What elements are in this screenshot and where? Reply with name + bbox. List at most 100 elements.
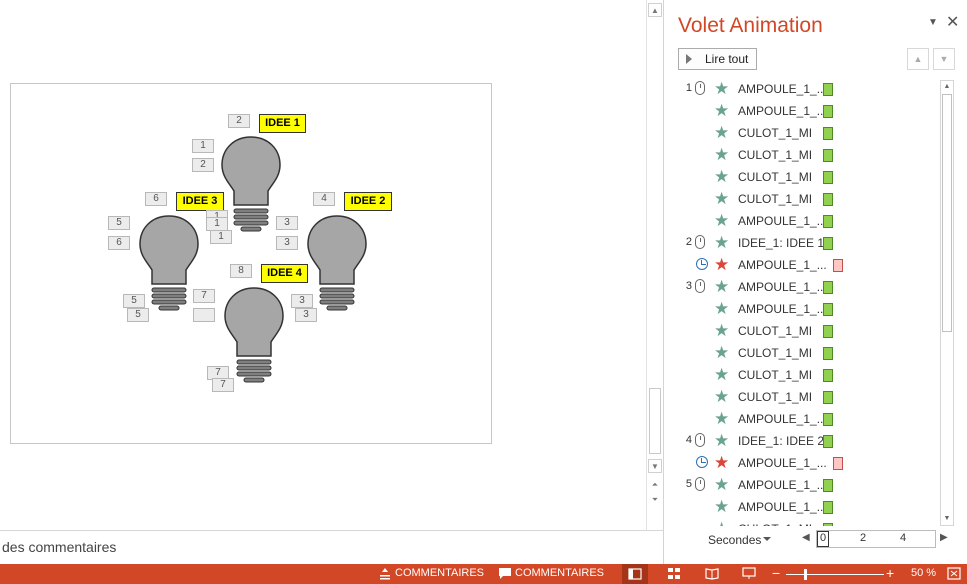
timing-bar[interactable] [823,501,833,514]
timeline-tick: 2 [860,532,867,544]
idea-label-2[interactable]: IDEE 2 [344,192,392,211]
timing-bar[interactable] [823,435,833,448]
timing-bar[interactable] [823,413,833,426]
animation-list-item[interactable]: ★ CULOT_1_MI [678,144,940,166]
play-all-button[interactable]: Lire tout [678,48,757,70]
fit-to-window-icon[interactable] [947,567,961,580]
animation-list-item[interactable]: ★ AMPOULE_1_... [678,254,940,276]
animation-list-item[interactable]: 5 ★ AMPOULE_1_... [678,474,940,496]
timing-bar[interactable] [823,127,833,140]
timing-bar[interactable] [833,259,843,272]
on-click-icon [695,81,705,95]
scrollbar-thumb[interactable] [649,388,661,454]
notes-placeholder[interactable]: des commentaires [2,539,116,555]
slideshow-icon[interactable] [742,567,756,580]
animation-list-scrollbar[interactable]: ▲ ▼ [940,80,954,526]
timing-bar[interactable] [823,281,833,294]
timing-bar[interactable] [823,237,833,250]
next-slide-icon[interactable]: ⏷ [648,493,662,507]
move-down-icon[interactable]: ▼ [933,48,955,70]
entrance-effect-icon: ★ [714,343,730,362]
idea-label-1[interactable]: IDEE 1 [259,114,306,133]
animation-list-item[interactable]: ★ CULOT_1_MI [678,364,940,386]
zoom-out-icon[interactable]: − [772,565,780,581]
timing-bar[interactable] [823,215,833,228]
on-click-icon [695,433,705,447]
animation-order-tag: 2 [192,158,214,172]
zoom-slider-thumb[interactable] [804,569,807,580]
previous-slide-icon[interactable]: ⏶ [648,478,662,492]
zoom-level[interactable]: 50 % [911,567,936,579]
timing-bar[interactable] [833,457,843,470]
timing-bar[interactable] [823,479,833,492]
timing-bar[interactable] [823,325,833,338]
zoom-in-icon[interactable]: + [886,565,894,581]
notes-panel[interactable]: des commentaires [0,530,663,564]
idea-label-3[interactable]: IDEE 3 [176,192,224,211]
timing-bar[interactable] [823,303,833,316]
slide-sorter-icon[interactable] [667,567,681,580]
idea-label-4[interactable]: IDEE 4 [261,264,308,283]
slide-canvas[interactable]: IDEE 1 IDEE 2 IDEE 3 IDEE 4 2 1 2 6 4 5 … [10,83,492,444]
animation-list-item[interactable]: ★ CULOT_1_MI [678,320,940,342]
bulb-left[interactable] [138,215,200,315]
timeline-right-arrow[interactable]: ▶ [940,532,948,543]
scroll-down-arrow[interactable]: ▼ [941,513,953,525]
animation-list-item[interactable]: 1 ★ AMPOULE_1_... [678,78,940,100]
on-click-icon [695,279,705,293]
timing-bar[interactable] [823,83,833,96]
bulb-top[interactable] [220,136,282,236]
entrance-effect-icon: ★ [714,321,730,340]
move-up-icon[interactable]: ▲ [907,48,929,70]
notes-button[interactable]: COMMENTAIRES [395,567,484,579]
entrance-effect-icon: ★ [714,431,730,450]
entrance-effect-icon: ★ [714,277,730,296]
comments-button[interactable]: COMMENTAIRES [515,567,604,579]
timing-bar[interactable] [823,347,833,360]
animation-list-item[interactable]: ★ AMPOULE_1_... [678,452,940,474]
animation-list-item[interactable]: ★ AMPOULE_1_... [678,408,940,430]
animation-order-tag: 3 [295,308,317,322]
normal-view-button[interactable] [622,564,648,584]
scrollbar-thumb[interactable] [942,94,952,332]
reading-view-icon[interactable] [705,567,719,580]
animation-list-item[interactable]: ★ CULOT_1_MI [678,518,940,526]
bulb-bottom[interactable] [223,287,285,387]
timing-bar[interactable] [823,149,833,162]
animation-list-item[interactable]: 4 ★ IDEE_1: IDEE 2 [678,430,940,452]
animation-list-item[interactable]: ★ CULOT_1_MI [678,122,940,144]
timing-bar[interactable] [823,391,833,404]
scroll-up-arrow[interactable]: ▲ [941,81,953,93]
timing-bar[interactable] [823,171,833,184]
animation-list-item[interactable]: ★ CULOT_1_MI [678,188,940,210]
animation-list-item[interactable]: ★ CULOT_1_MI [678,386,940,408]
timeline-left-arrow[interactable]: ◀ [802,532,810,543]
sequence-number: 4 [685,434,692,446]
bulb-right[interactable] [306,215,368,315]
entrance-effect-icon: ★ [714,145,730,164]
animation-target-name: CULOT_1_MI [738,126,813,140]
timeline-ruler[interactable]: 0 2 4 [816,530,936,548]
animation-list-item[interactable]: ★ AMPOULE_1_... [678,496,940,518]
animation-list-item[interactable]: ★ AMPOULE_1_... [678,100,940,122]
animation-target-name: IDEE_1: IDEE 1 [738,236,825,250]
animation-list-item[interactable]: 2 ★ IDEE_1: IDEE 1 [678,232,940,254]
entrance-effect-icon: ★ [714,189,730,208]
animation-list-item[interactable]: ★ AMPOULE_1_... [678,298,940,320]
chevron-down-icon[interactable] [763,537,771,541]
close-icon[interactable]: ✕ [946,12,959,32]
timing-bar[interactable] [823,193,833,206]
zoom-slider[interactable] [786,574,884,575]
animation-list-item[interactable]: ★ AMPOULE_1_... [678,210,940,232]
scroll-down-arrow[interactable]: ▼ [648,459,662,473]
animation-list-item[interactable]: ★ CULOT_1_MI [678,342,940,364]
animation-list-item[interactable]: 3 ★ AMPOULE_1_... [678,276,940,298]
timing-bar[interactable] [823,369,833,382]
scroll-up-arrow[interactable]: ▲ [648,3,662,17]
seconds-dropdown[interactable]: Secondes [708,533,761,547]
animation-list-item[interactable]: ★ CULOT_1_MI [678,166,940,188]
timing-bar[interactable] [823,105,833,118]
editor-scrollbar[interactable]: ▲ ▼ ⏶ ⏷ [646,0,663,530]
dropdown-caret-icon[interactable]: ▼ [928,17,938,28]
timing-bar[interactable] [823,523,833,526]
